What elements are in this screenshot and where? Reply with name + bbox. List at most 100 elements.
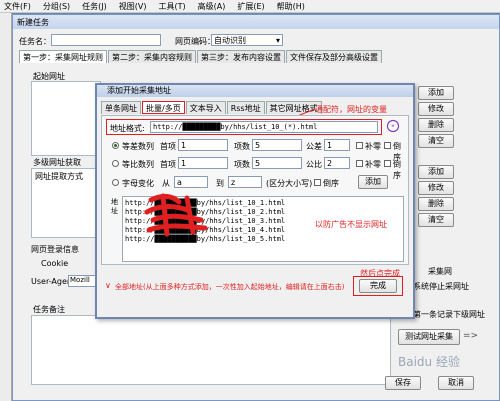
edit-multi-level-button[interactable]: 修改	[418, 181, 454, 195]
menu-advanced[interactable]: 高级(A)	[198, 1, 226, 12]
delete-multi-level-button[interactable]: 删除	[418, 197, 454, 211]
menu-file[interactable]: 文件(F)	[4, 1, 31, 12]
tab-single-url[interactable]: 单条网址	[101, 101, 141, 114]
finish-button[interactable]: 完成	[359, 279, 397, 293]
geo-count-label: 项数	[234, 160, 250, 169]
arith-radio[interactable]	[112, 142, 119, 149]
menu-task[interactable]: 任务(J)	[82, 1, 107, 12]
arrow-right-icon: =>	[463, 331, 479, 341]
letter-from-input[interactable]: a	[174, 176, 208, 188]
main-tabs: 第一步：采集网址规则 第二步：采集内容规则 第三步：发布内容设置 文件保存及部分…	[19, 50, 382, 63]
geo-first-label: 首项	[160, 160, 176, 169]
encoding-value: 自动识别	[214, 36, 246, 45]
letter-label: 字母变化	[122, 179, 154, 188]
arith-pad-checkbox[interactable]	[356, 142, 363, 149]
login-label: 网页登录信息	[31, 245, 79, 254]
all-urls-note: 全部地址(从上面多种方式添加，一次性加入起始地址，编辑请在上面右击)	[115, 283, 345, 291]
test-url-collect-button[interactable]: 测试网址采集	[398, 329, 460, 345]
tab-rss[interactable]: Rss地址	[226, 101, 265, 114]
wildcard-insert-icon[interactable]: *	[386, 119, 400, 133]
geo-pad-checkbox[interactable]	[356, 160, 363, 167]
add-button[interactable]: 添加	[358, 175, 388, 189]
address-list-label: 地址	[111, 198, 118, 215]
save-button[interactable]: 保存	[385, 376, 421, 390]
arith-count-value: 5	[255, 141, 261, 150]
menu-extend[interactable]: 扩展(E)	[237, 1, 264, 12]
menu-tools[interactable]: 工具(T)	[159, 1, 186, 12]
tab-text-import[interactable]: 文本导入	[185, 101, 226, 114]
tab-url-rules[interactable]: 第一步：采集网址规则	[19, 50, 107, 63]
wildcard-annotation: 通配符，网址的变量	[315, 105, 387, 114]
geo-ratio-input[interactable]: 2	[324, 157, 350, 169]
add-start-url-button[interactable]: 添加	[418, 86, 454, 100]
arith-diff-label: 公差	[306, 142, 322, 151]
letter-to-input[interactable]: z	[228, 176, 262, 188]
arith-count-input[interactable]: 5	[252, 139, 302, 151]
watermark: Baidu 经验	[398, 355, 460, 369]
letter-reverse-label: 倒序	[323, 179, 339, 188]
svg-text:*: *	[391, 123, 395, 131]
clear-multi-level-button[interactable]: 清空	[418, 213, 454, 227]
encoding-select[interactable]: 自动识别 ▾	[211, 34, 283, 46]
menu-group[interactable]: 分组(S)	[43, 1, 70, 12]
notes-label: 任务备注	[33, 305, 65, 314]
dialog-tabs: 单条网址 批量/多页 文本导入 Rss地址 其它网址格式	[101, 101, 322, 114]
geo-first-input[interactable]: 1	[178, 157, 228, 169]
collect-url-label: 采集网	[428, 267, 452, 276]
dialog-titlebar: 添加开始采集地址	[97, 85, 413, 97]
url-format-input[interactable]: http://█████████by/hhs/list_10_(*).html	[150, 121, 378, 133]
multi-level-label: 多级网址获取	[33, 158, 81, 167]
cancel-button[interactable]: 取消	[438, 376, 474, 390]
geo-count-input[interactable]: 5	[252, 157, 302, 169]
tab-batch[interactable]: 批量/多页	[142, 101, 185, 114]
arith-first-input[interactable]: 1	[178, 139, 228, 151]
window-titlebar: 新建任务	[13, 15, 499, 29]
arith-reverse-checkbox[interactable]	[384, 142, 391, 149]
edit-start-url-button[interactable]: 修改	[418, 102, 454, 116]
redaction-scribble	[144, 193, 208, 237]
geo-ratio-label: 公比	[306, 160, 322, 169]
geo-count-value: 5	[255, 159, 261, 168]
task-name-input[interactable]	[51, 34, 161, 46]
tree-panel	[0, 13, 12, 401]
arith-diff-input[interactable]: 1	[324, 139, 350, 151]
tab-file-save[interactable]: 文件保存及部分高级设置	[286, 50, 382, 63]
arith-diff-value: 1	[327, 141, 333, 150]
notes-textarea[interactable]	[31, 315, 391, 385]
task-name-label: 任务名：	[19, 37, 51, 46]
menu-view[interactable]: 视图(V)	[119, 1, 147, 12]
geo-first-value: 1	[181, 159, 187, 168]
letter-to-label: 到	[216, 179, 224, 188]
arith-pad-label: 补零	[365, 142, 381, 151]
delete-start-url-button[interactable]: 删除	[418, 118, 454, 132]
format-label: 地址格式:	[110, 124, 145, 133]
chevron-down-icon: ▾	[275, 36, 280, 45]
tab-content-rules[interactable]: 第二步：采集内容规则	[108, 50, 196, 63]
useragent-input[interactable]: Mozill	[68, 275, 98, 287]
geo-label: 等比数列	[122, 160, 154, 169]
geo-reverse-label: 倒序	[393, 160, 401, 180]
clear-start-url-button[interactable]: 清空	[418, 134, 454, 148]
geo-radio[interactable]	[112, 160, 119, 167]
letter-from-label: 从	[162, 179, 170, 188]
arith-first-label: 首项	[160, 142, 176, 151]
arith-first-value: 1	[181, 141, 187, 150]
ad-note-annotation: 以防广告不显示网址	[315, 220, 387, 229]
menu-help[interactable]: 帮助(H)	[277, 1, 305, 12]
url-extract-column: 网址提取方式	[35, 172, 83, 181]
letter-from-value: a	[177, 178, 182, 187]
dialog-title: 添加开始采集地址	[107, 86, 171, 95]
window-title: 新建任务	[17, 17, 49, 27]
start-url-list[interactable]	[31, 81, 101, 156]
menu-bar: 文件(F) 分组(S) 任务(J) 视图(V) 工具(T) 高级(A) 扩展(E…	[0, 0, 500, 13]
geo-reverse-checkbox[interactable]	[384, 160, 391, 167]
multi-level-list[interactable]: 网址提取方式	[31, 168, 101, 238]
letter-to-value: z	[231, 178, 236, 187]
arith-label: 等差数列	[122, 142, 154, 151]
tab-publish[interactable]: 第三步：发布内容设置	[197, 50, 285, 63]
case-note: (区分大小写)	[266, 179, 313, 188]
letter-reverse-checkbox[interactable]	[314, 179, 321, 186]
letter-radio[interactable]	[112, 179, 119, 186]
first-record-label: 不第一条记录下级网址	[405, 310, 485, 319]
add-multi-level-button[interactable]: 添加	[418, 165, 454, 179]
